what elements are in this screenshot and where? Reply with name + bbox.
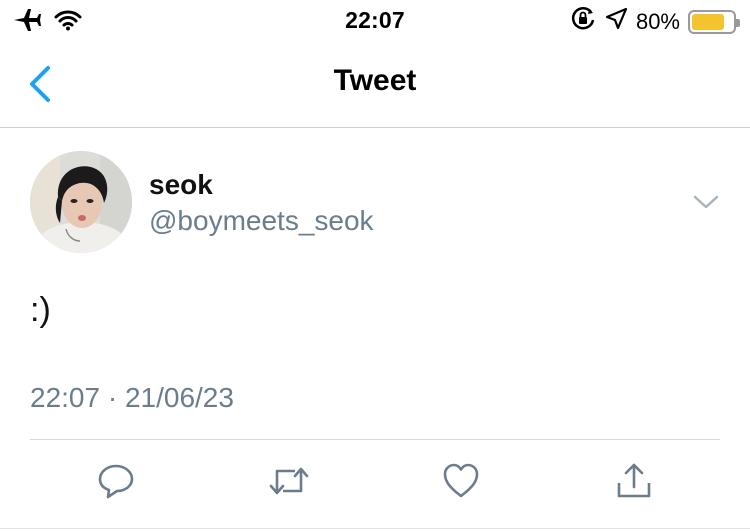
- share-button[interactable]: [612, 459, 656, 503]
- page-title: Tweet: [333, 64, 417, 97]
- like-button[interactable]: [439, 459, 483, 503]
- battery-percent: 80%: [635, 8, 680, 34]
- tweet-timestamp: 22:07 · 21/06/23: [30, 382, 234, 413]
- divider: [30, 439, 720, 440]
- navigation-bar: Tweet: [0, 40, 750, 128]
- author-name[interactable]: seok: [149, 169, 213, 201]
- tweet-card: seok @boymeets_seok :) 22:07 · 21/06/23: [0, 129, 750, 531]
- like-icon: [443, 463, 479, 498]
- battery-cap: [736, 18, 740, 27]
- status-bar: 22:07 80%: [0, 0, 750, 40]
- tweet-detail-screen: 22:07 80% Tweet seok @boymeets_seok:) 2…: [0, 0, 750, 531]
- reply-icon: [98, 464, 134, 499]
- share-icon: [617, 463, 651, 498]
- orientation-lock-icon: [570, 6, 596, 37]
- tweet-menu-button[interactable]: [692, 189, 720, 213]
- status-right: 80%: [570, 6, 740, 37]
- avatar[interactable]: [30, 151, 132, 253]
- author-handle[interactable]: @boymeets_seok: [149, 205, 374, 237]
- bottom-divider: [0, 528, 750, 529]
- retweet-button[interactable]: [267, 459, 311, 503]
- battery-fill: [692, 13, 724, 30]
- retweet-icon: [269, 467, 309, 495]
- chevron-down-icon: [693, 195, 719, 209]
- tweet-text: :): [30, 291, 51, 329]
- reply-button[interactable]: [94, 459, 138, 503]
- battery-icon: [688, 9, 740, 34]
- location-arrow-icon: [604, 7, 628, 36]
- tweet-actions: [0, 459, 750, 509]
- avatar-image: [30, 151, 132, 253]
